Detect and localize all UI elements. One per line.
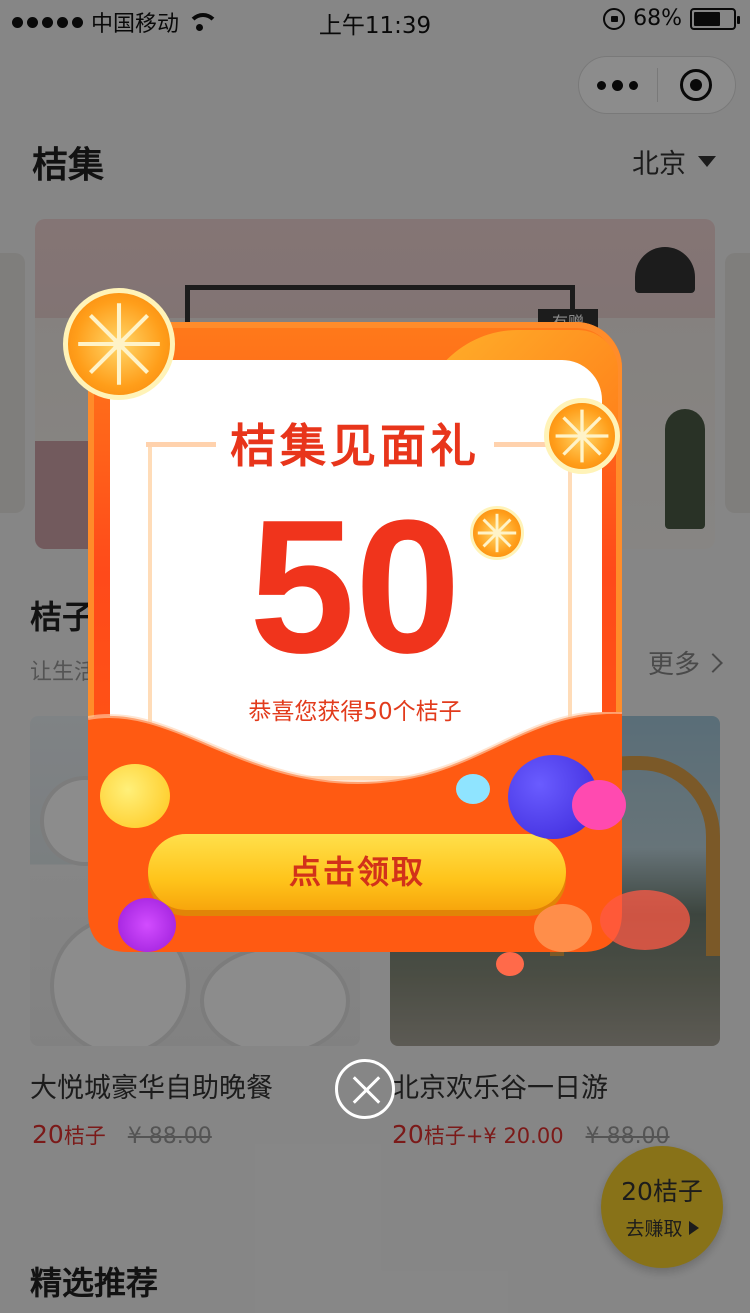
gift-amount: 50 [249,481,461,693]
decor-blob [496,952,524,976]
popup-title: 桔集见面礼 [230,419,480,473]
orange-slice-graphic [477,513,517,553]
orange-slice-icon [470,506,524,560]
orange-slice-icon [544,398,620,474]
claim-button[interactable]: 点击领取 [148,834,566,910]
orange-slice-graphic [78,303,160,385]
decor-blob [572,780,626,830]
orange-slice-icon [63,288,175,400]
close-popup-button[interactable] [335,1059,395,1119]
decor-blob [456,774,490,804]
app-root: 中国移动 上午11:39 68% 桔集 北京 有赠 桔子 让生活 更多 [0,0,750,1313]
decor-blob [100,764,170,828]
decor-blob [534,904,592,952]
decor-blob [600,890,690,950]
gift-popup: 桔集见面礼 50 恭喜您获得50个桔子 点击领取 [88,322,622,952]
decor-blob [118,898,176,952]
orange-slice-graphic [555,409,609,463]
